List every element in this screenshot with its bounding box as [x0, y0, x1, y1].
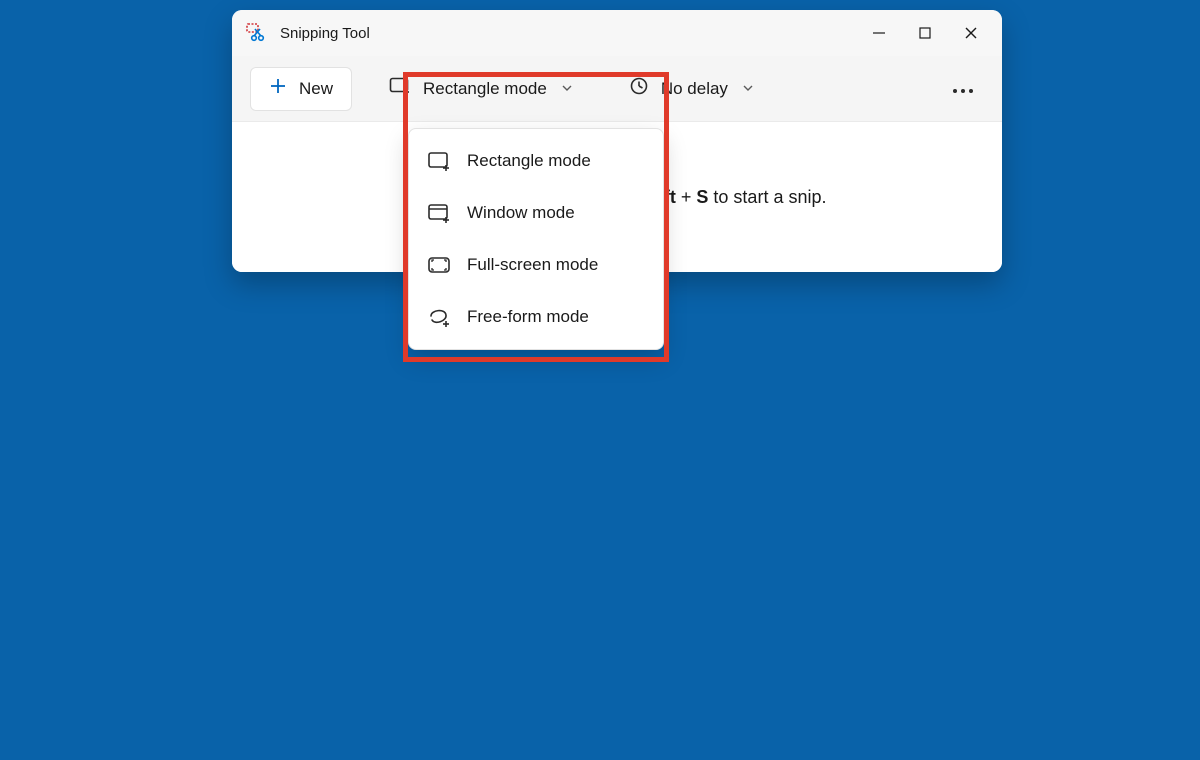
mode-item-label: Free-form mode	[467, 307, 589, 327]
mode-item-label: Window mode	[467, 203, 575, 223]
titlebar: Snipping Tool	[232, 10, 1002, 56]
delay-dropdown-label: No delay	[661, 79, 728, 99]
window-mode-icon	[427, 201, 451, 225]
new-button-label: New	[299, 79, 333, 99]
freeform-mode-icon	[427, 305, 451, 329]
minimize-button[interactable]	[856, 10, 902, 56]
desktop: Snipping Tool	[0, 0, 1200, 760]
mode-item-window[interactable]: Window mode	[409, 187, 663, 239]
rectangle-mode-icon	[389, 76, 411, 101]
mode-dropdown-label: Rectangle mode	[423, 79, 547, 99]
mode-item-fullscreen[interactable]: Full-screen mode	[409, 239, 663, 291]
mode-item-label: Full-screen mode	[467, 255, 598, 275]
mode-item-rectangle[interactable]: Rectangle mode	[409, 135, 663, 187]
chevron-down-icon	[561, 79, 573, 99]
window-title: Snipping Tool	[280, 25, 370, 42]
chevron-down-icon	[742, 79, 754, 99]
maximize-button[interactable]	[902, 10, 948, 56]
mode-dropdown[interactable]: Rectangle mode	[370, 67, 592, 111]
clock-icon	[629, 76, 649, 101]
mode-item-freeform[interactable]: Free-form mode	[409, 291, 663, 343]
plus-icon	[269, 77, 287, 100]
close-button[interactable]	[948, 10, 994, 56]
rectangle-mode-icon	[427, 149, 451, 173]
delay-dropdown[interactable]: No delay	[610, 67, 773, 111]
fullscreen-mode-icon	[427, 253, 451, 277]
more-button[interactable]	[942, 67, 984, 111]
more-icon	[952, 79, 974, 99]
snipping-tool-icon	[246, 23, 266, 43]
mode-item-label: Rectangle mode	[467, 151, 591, 171]
toolbar: New Rectangle mode	[232, 56, 1002, 122]
mode-menu: Rectangle mode Window mode	[408, 128, 664, 350]
new-button[interactable]: New	[250, 67, 352, 111]
